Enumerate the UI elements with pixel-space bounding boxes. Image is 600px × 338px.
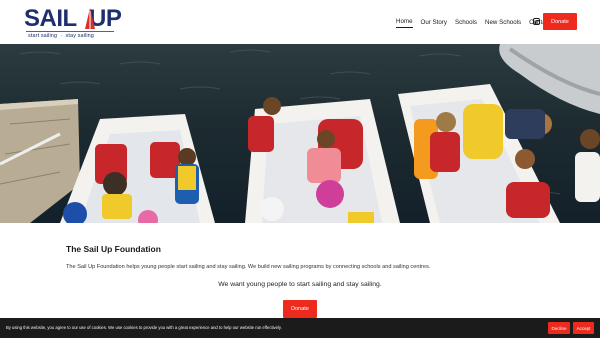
site-header: SAIL UP start sailing · stay sailing Hom… — [0, 0, 600, 44]
main-donate-button[interactable]: Donate — [283, 300, 317, 318]
nav-our-story[interactable]: Our Story — [421, 18, 447, 28]
intro-tagline: We want young people to start sailing an… — [218, 281, 382, 288]
intro-section: The Sail Up Foundation The Sail Up Found… — [0, 223, 600, 318]
nav-schools[interactable]: Schools — [455, 18, 477, 28]
intro-description: The Sail Up Foundation helps young peopl… — [66, 264, 431, 270]
nav-home[interactable]: Home — [396, 17, 413, 28]
instagram-icon[interactable] — [533, 18, 540, 25]
hero-image — [0, 44, 600, 223]
cookie-accept-button[interactable]: Accept — [573, 322, 594, 334]
hero-photo-illustration — [0, 44, 600, 223]
page-title: The Sail Up Foundation — [66, 244, 161, 254]
logo-tagline: start sailing · stay sailing — [28, 33, 94, 39]
page: SAIL UP start sailing · stay sailing Hom… — [0, 0, 600, 338]
cookie-text: By using this website, you agree to our … — [6, 325, 282, 330]
cookie-banner: By using this website, you agree to our … — [0, 318, 600, 338]
sail-logo-icon — [85, 8, 95, 29]
header-donate-button[interactable]: Donate — [543, 13, 577, 30]
site-logo[interactable]: SAIL UP start sailing · stay sailing — [24, 5, 122, 41]
cookie-decline-button[interactable]: Decline — [548, 322, 570, 334]
logo-underline — [26, 31, 114, 32]
nav-new-schools[interactable]: New Schools — [485, 18, 521, 28]
logo-wordmark: SAIL UP — [24, 5, 122, 32]
